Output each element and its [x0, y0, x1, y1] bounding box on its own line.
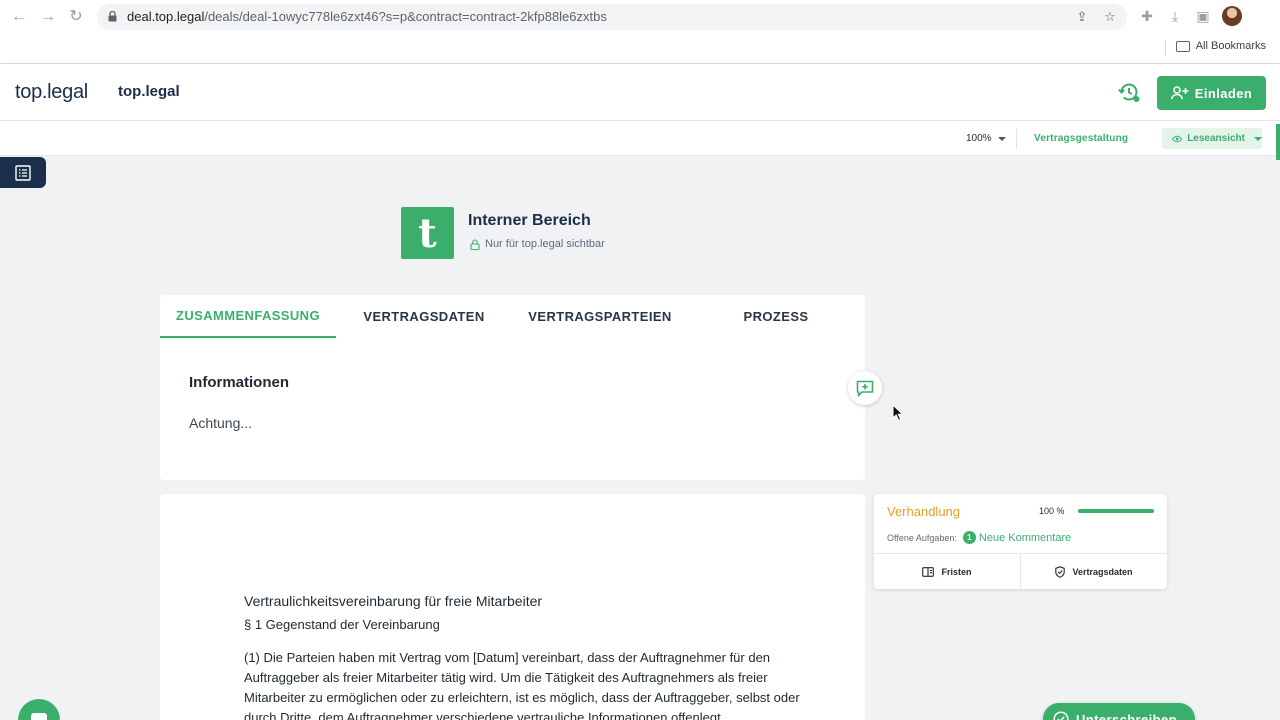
contract-data-label: Vertragsdaten [1072, 566, 1133, 577]
top-legal-logo[interactable]: top.legal [15, 81, 88, 104]
add-comment-icon [856, 380, 874, 396]
scroll-indicator[interactable] [1276, 124, 1280, 160]
stage-label: Verhandlung [887, 504, 961, 519]
all-bookmarks-label: All Bookmarks [1195, 40, 1266, 52]
bookmarks-divider [1165, 40, 1166, 56]
toolbar-divider [1016, 129, 1017, 149]
tab-contract-parties[interactable]: VERTRAGSPARTEIEN [512, 295, 688, 338]
invite-label: Einladen [1194, 85, 1253, 101]
contract-document: Vertraulichkeitsvereinbarung für freie M… [160, 494, 865, 720]
tab-summary[interactable]: ZUSAMMENFASSUNG [160, 295, 336, 338]
check-circle-icon [1053, 711, 1069, 720]
app-header: top.legal top.legal Einladen [0, 64, 1280, 121]
chat-icon [31, 713, 47, 720]
list-icon [15, 164, 31, 181]
org-name: Interner Bereich [468, 212, 591, 229]
history-icon[interactable] [1117, 80, 1141, 104]
lock-icon [108, 11, 117, 22]
workspace-title: top.legal [118, 83, 180, 100]
shield-check-icon [1055, 565, 1066, 578]
lock-icon [470, 238, 480, 250]
visibility-label: Nur für top.legal sichtbar [485, 238, 605, 250]
document-toolbar: 100% Vertragsgestaltung Leseansicht [0, 121, 1280, 156]
extensions-icon[interactable]: ✚ [1137, 6, 1157, 26]
open-tasks: Offene Aufgaben: 1 Neue Kommentare [887, 531, 1071, 544]
all-bookmarks[interactable]: All Bookmarks [1175, 40, 1266, 52]
sign-label: Unterschreiben [1076, 711, 1177, 720]
summary-card: ZUSAMMENFASSUNG VERTRAGSDATEN VERTRAGSPA… [160, 295, 865, 480]
folder-icon [1175, 40, 1190, 52]
sign-button[interactable]: Unterschreiben [1043, 703, 1195, 720]
progress-text: 100 % [1039, 506, 1065, 516]
summary-text[interactable]: Achtung... [189, 415, 252, 431]
reload-icon[interactable]: ↻ [65, 6, 87, 28]
invite-button[interactable]: Einladen [1157, 76, 1266, 110]
tab-process[interactable]: PROZESS [688, 295, 864, 338]
back-icon[interactable]: ← [8, 6, 30, 28]
share-icon[interactable]: ⇪ [1074, 9, 1090, 25]
summary-tabs: ZUSAMMENFASSUNG VERTRAGSDATEN VERTRAGSPA… [160, 295, 865, 338]
deal-status-panel: Verhandlung 100 % Offene Aufgaben: 1 Neu… [874, 494, 1167, 589]
summary-heading: Informationen [189, 374, 289, 391]
calendar-icon [922, 566, 935, 577]
contract-data-button[interactable]: Vertragsdaten [1020, 554, 1167, 589]
open-tasks-label: Offene Aufgaben: [887, 532, 957, 543]
clause-paragraph[interactable]: (1) Die Parteien haben mit Vertrag vom [… [244, 648, 804, 720]
eye-icon [1172, 135, 1183, 142]
contract-design-link[interactable]: Vertragsgestaltung [1034, 133, 1128, 144]
view-mode-select[interactable]: Leseansicht [1162, 128, 1262, 149]
chevron-down-icon [1254, 136, 1262, 141]
browser-toolbar: ← → ↻ deal.top.legal/deals/deal-1owyc778… [0, 0, 1280, 64]
star-icon[interactable]: ☆ [1102, 9, 1118, 25]
deadlines-button[interactable]: Fristen [874, 554, 1020, 589]
add-comment-button[interactable] [848, 371, 882, 405]
status-actions: Fristen Vertragsdaten [874, 553, 1167, 589]
progress-bar [1078, 509, 1154, 513]
deadlines-label: Fristen [941, 566, 972, 577]
section-heading[interactable]: § 1 Gegenstand der Vereinbarung [244, 617, 440, 632]
mouse-cursor-icon [892, 404, 904, 422]
org-logo: t [401, 207, 454, 259]
side-panel-icon[interactable]: ▣ [1193, 6, 1213, 26]
progress-fill [1078, 509, 1154, 513]
table-of-contents-toggle[interactable] [0, 157, 46, 188]
download-icon[interactable]: ⤓ [1165, 6, 1185, 26]
add-user-icon [1170, 86, 1189, 100]
url-text: deal.top.legal/deals/deal-1owyc778le6zxt… [127, 9, 607, 24]
document-title[interactable]: Vertraulichkeitsvereinbarung für freie M… [244, 593, 542, 609]
chevron-down-icon[interactable] [998, 137, 1006, 141]
address-bar[interactable]: deal.top.legal/deals/deal-1owyc778le6zxt… [97, 4, 1127, 30]
visibility-note: Nur für top.legal sichtbar [470, 238, 605, 250]
chat-button[interactable] [18, 699, 60, 720]
task-count-badge: 1 [962, 531, 976, 544]
view-mode-label: Leseansicht [1187, 133, 1245, 144]
profile-avatar[interactable] [1222, 6, 1242, 26]
new-comments-link[interactable]: Neue Kommentare [979, 532, 1071, 544]
tab-contract-data[interactable]: VERTRAGSDATEN [336, 295, 512, 338]
forward-icon[interactable]: → [37, 6, 59, 28]
zoom-select[interactable]: 100% [966, 133, 992, 144]
